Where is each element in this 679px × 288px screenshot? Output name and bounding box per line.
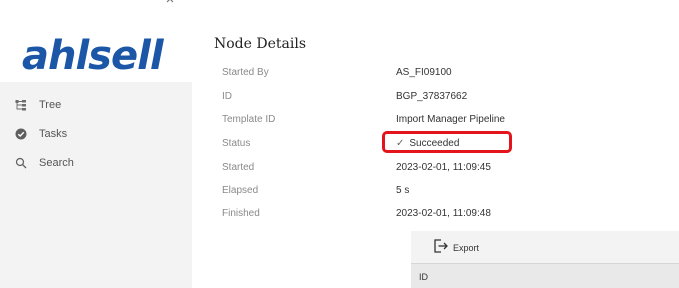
export-label: Export	[453, 243, 480, 253]
detail-value: 2023-02-01, 11:09:48	[396, 208, 491, 219]
export-button[interactable]: Export	[433, 237, 479, 259]
detail-label: Started By	[222, 67, 269, 78]
status-highlight-box	[382, 131, 512, 153]
logo-area: ahlsell	[0, 30, 192, 82]
detail-label: Finished	[222, 208, 260, 219]
detail-label: Template ID	[222, 114, 276, 125]
column-header-id[interactable]: ID	[419, 272, 428, 282]
detail-row-finished: Finished 2023-02-01, 11:09:48	[222, 208, 662, 224]
sidebar: ahlsell Tree Tasks Search	[0, 0, 192, 288]
search-icon	[15, 157, 27, 169]
detail-row-started-by: Started By AS_FI09100	[222, 67, 662, 83]
export-panel: Export ID	[411, 231, 679, 288]
detail-row-template-id: Template ID Import Manager Pipeline	[222, 114, 662, 130]
detail-value: 2023-02-01, 11:09:45	[396, 162, 491, 173]
detail-label: ID	[222, 91, 232, 102]
detail-label: Started	[222, 162, 255, 173]
sidebar-item-label: Tree	[39, 98, 62, 111]
chevron-up-icon[interactable]	[164, 0, 178, 8]
sidebar-item-label: Search	[39, 156, 74, 169]
sidebar-item-search[interactable]: Search	[0, 148, 192, 177]
sidebar-top	[0, 0, 192, 30]
sidebar-item-label: Tasks	[39, 127, 68, 140]
detail-value: BGP_37837662	[396, 91, 468, 102]
detail-value: Import Manager Pipeline	[396, 114, 505, 125]
sidebar-item-tree[interactable]: Tree	[0, 90, 192, 119]
ahlsell-logo: ahlsell	[22, 33, 164, 79]
app-window: ahlsell Tree Tasks Search Node Details S…	[0, 0, 679, 288]
detail-label: Status	[222, 138, 251, 149]
page-title: Node Details	[214, 36, 306, 52]
detail-value: 5 s	[396, 185, 410, 196]
detail-row-elapsed: Elapsed 5 s	[222, 185, 662, 201]
detail-label: Elapsed	[222, 185, 259, 196]
export-icon	[433, 238, 449, 259]
detail-row-id: ID BGP_37837662	[222, 91, 662, 107]
check-circle-icon	[15, 128, 27, 140]
tree-icon	[15, 99, 27, 111]
detail-value: AS_FI09100	[396, 67, 452, 78]
detail-row-started: Started 2023-02-01, 11:09:45	[222, 162, 662, 178]
table-header: ID	[411, 263, 679, 288]
sidebar-item-tasks[interactable]: Tasks	[0, 119, 192, 148]
sidebar-nav: Tree Tasks Search	[0, 90, 192, 177]
